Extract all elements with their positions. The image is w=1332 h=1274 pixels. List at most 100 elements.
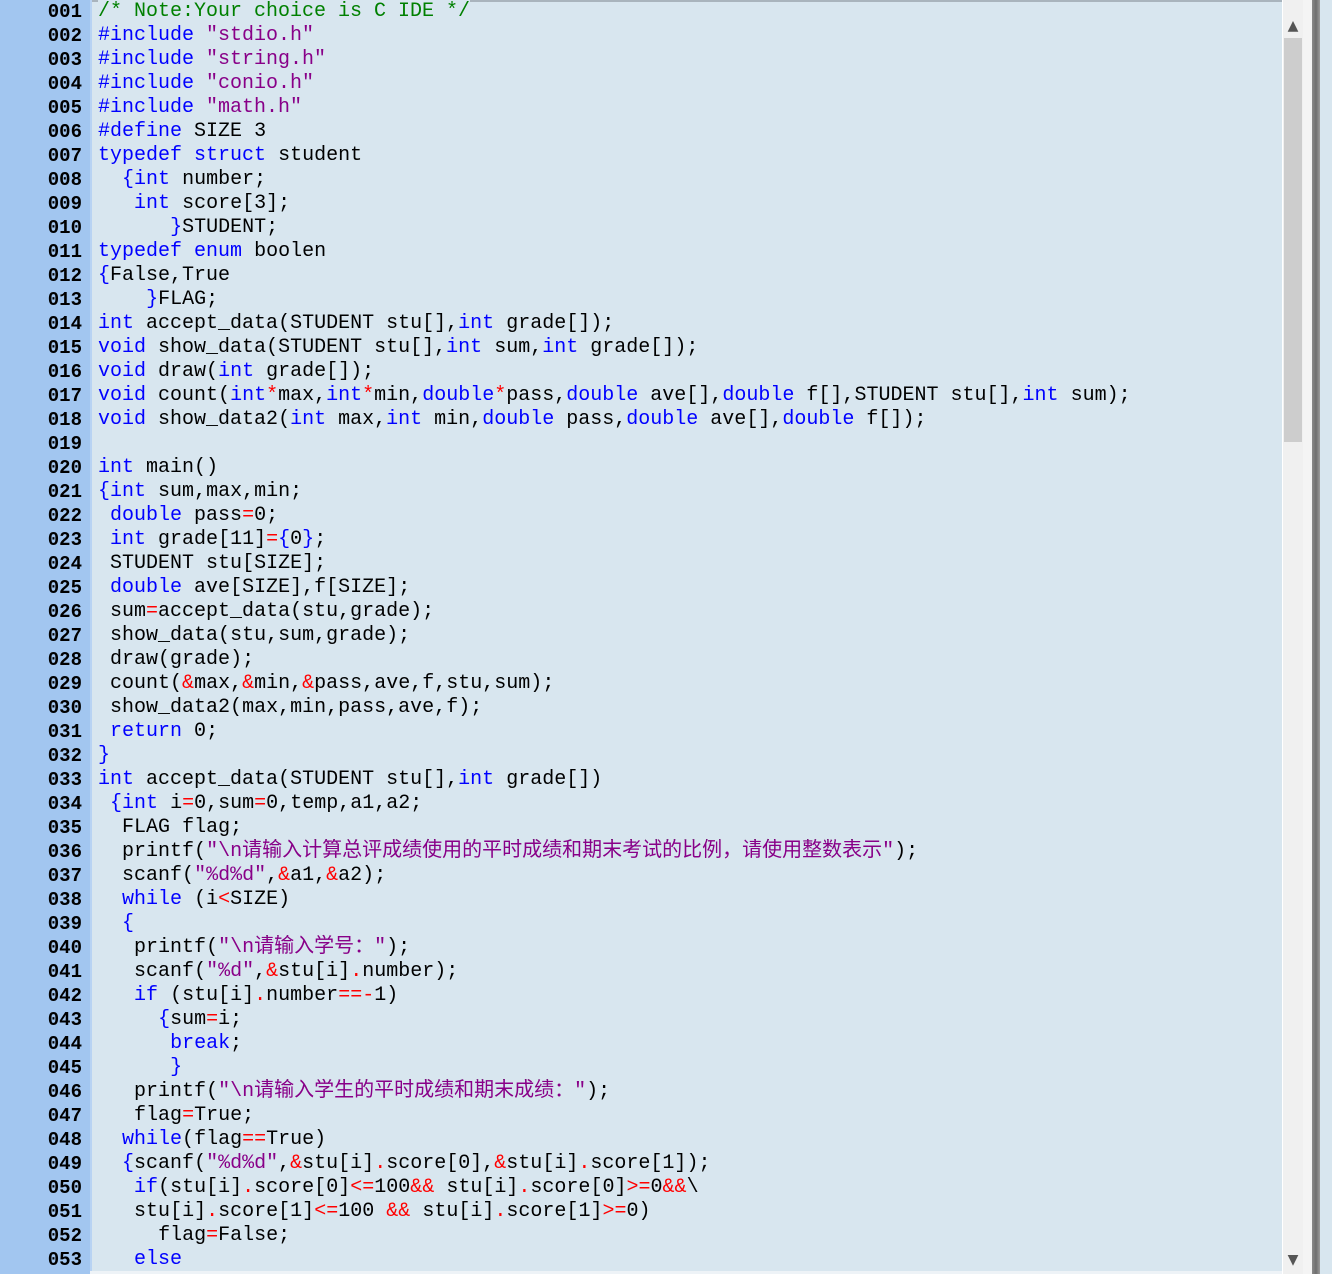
code-line-text: flag=True;: [98, 1104, 255, 1127]
code-line[interactable]: int grade[11]={0}; int grade[11]={0};: [98, 528, 327, 552]
code-line[interactable]: scanf("%d",&stu[i].number); scanf("%d",&…: [98, 960, 459, 984]
code-line[interactable]: count(&max,&min,&pass,ave,f,stu,sum); co…: [98, 672, 555, 696]
line-number: 032: [47, 745, 82, 767]
line-number: 044: [47, 1033, 82, 1055]
code-line[interactable]: while (i<SIZE) while (i<SIZE): [98, 888, 291, 912]
code-line-text: {int i=0,sum=0,temp,a1,a2;: [98, 792, 423, 815]
code-line[interactable]: }FLAG; }FLAG;: [98, 288, 219, 312]
code-line[interactable]: typedef struct student typedef struct stu…: [98, 144, 363, 168]
code-line[interactable]: return 0; return 0;: [98, 720, 219, 744]
code-line[interactable]: printf("\n请输入学生的平时成绩和期末成绩："); printf("\n…: [98, 1080, 611, 1104]
scroll-up-icon[interactable]: ▲: [1283, 14, 1303, 38]
code-line-text: #include "math.h": [98, 96, 303, 119]
code-line[interactable]: int score[3]; int score[3];: [98, 192, 291, 216]
line-number: 026: [47, 601, 82, 623]
code-line-text: STUDENT stu[SIZE];: [98, 552, 327, 575]
line-number: 021: [47, 481, 82, 503]
code-line[interactable]: break; break;: [98, 1032, 243, 1056]
code-line[interactable]: int accept_data(STUDENT stu[],int grade[…: [98, 768, 603, 792]
code-line[interactable]: } }: [98, 1056, 183, 1080]
line-number: 020: [47, 457, 82, 479]
code-line[interactable]: show_data2(max,min,pass,ave,f); show_dat…: [98, 696, 483, 720]
line-number: 029: [47, 673, 82, 695]
code-line-text: }: [98, 1056, 183, 1079]
code-line-text: #define SIZE 3: [98, 120, 267, 143]
code-line[interactable]: int accept_data(STUDENT stu[],int grade[…: [98, 312, 615, 336]
code-line-text: else: [98, 1248, 183, 1271]
line-number: 017: [47, 385, 82, 407]
scrollbar-thumb[interactable]: [1284, 38, 1302, 442]
line-number: 050: [47, 1177, 82, 1199]
code-line[interactable]: {sum=i; {sum=i;: [98, 1008, 243, 1032]
vertical-scrollbar[interactable]: ▲ ▼: [1282, 0, 1303, 1274]
line-number: 005: [47, 97, 82, 119]
code-line[interactable]: void draw(int grade[]); void draw(int gra…: [98, 360, 375, 384]
code-line[interactable]: #include "conio.h" #include "conio.h": [98, 72, 315, 96]
code-line[interactable]: #include "string.h" #include "string.h": [98, 48, 327, 72]
code-line[interactable]: printf("\n请输入学号："); printf("\n请输入学号：");: [98, 936, 411, 960]
code-line-text: }FLAG;: [98, 288, 219, 311]
code-line[interactable]: {int i=0,sum=0,temp,a1,a2; {int i=0,sum=…: [98, 792, 423, 816]
code-editor[interactable]: /* Note:Your choice is C IDE *//* Note:Y…: [98, 0, 1282, 1274]
code-line[interactable]: draw(grade); draw(grade);: [98, 648, 255, 672]
code-line[interactable]: printf("\n请输入计算总评成绩使用的平时成绩和期末考试的比例，请使用整数…: [98, 840, 919, 864]
code-line[interactable]: double ave[SIZE],f[SIZE]; double ave[SIZ…: [98, 576, 411, 600]
code-line[interactable]: else else: [98, 1248, 183, 1272]
line-number: 010: [47, 217, 82, 239]
code-line[interactable]: #define SIZE 3 #define SIZE 3: [98, 120, 267, 144]
line-number: 014: [47, 313, 82, 335]
code-line[interactable]: double pass=0; double pass=0;: [98, 504, 279, 528]
code-line[interactable]: typedef enum boolen typedef enum boolen: [98, 240, 327, 264]
line-number: 015: [47, 337, 82, 359]
code-line-text: int accept_data(STUDENT stu[],int grade[…: [98, 312, 615, 335]
window-splitter[interactable]: [1312, 0, 1320, 1274]
code-line[interactable]: {scanf("%d%d",&stu[i].score[0],&stu[i].s…: [98, 1152, 711, 1176]
code-line[interactable]: #include "math.h" #include "math.h": [98, 96, 303, 120]
line-number: 024: [47, 553, 82, 575]
code-line[interactable]: #include "stdio.h" #include "stdio.h": [98, 24, 315, 48]
line-number: 009: [47, 193, 82, 215]
code-line-text: double ave[SIZE],f[SIZE];: [98, 576, 411, 599]
code-line-text: void show_data(STUDENT stu[],int sum,int…: [98, 336, 699, 359]
line-number: 046: [47, 1081, 82, 1103]
code-line[interactable]: stu[i].score[1]<=100 && stu[i].score[1]>…: [98, 1200, 651, 1224]
code-line[interactable]: scanf("%d%d",&a1,&a2); scanf("%d%d",&a1,…: [98, 864, 387, 888]
code-line[interactable]: sum=accept_data(stu,grade); sum=accept_d…: [98, 600, 435, 624]
code-line[interactable]: void show_data2(int max,int min,double p…: [98, 408, 927, 432]
code-line-text: while (i<SIZE): [98, 888, 291, 911]
line-number: 053: [47, 1249, 82, 1271]
code-line[interactable]: flag=True; flag=True;: [98, 1104, 255, 1128]
code-line-text: {sum=i;: [98, 1008, 243, 1031]
code-line[interactable]: STUDENT stu[SIZE]; STUDENT stu[SIZE];: [98, 552, 327, 576]
code-line[interactable]: {int sum,max,min; {int sum,max,min;: [98, 480, 303, 504]
line-number: 006: [47, 121, 82, 143]
code-line[interactable]: show_data(stu,sum,grade); show_data(stu,…: [98, 624, 411, 648]
code-line[interactable]: flag=False; flag=False;: [98, 1224, 291, 1248]
code-line[interactable]: if (stu[i].number==-1) if (stu[i].number…: [98, 984, 399, 1008]
code-line[interactable]: int main() int main(): [98, 456, 219, 480]
line-number: 001: [47, 1, 82, 23]
code-line-text: printf("\n请输入学号：");: [98, 936, 411, 959]
line-number: 028: [47, 649, 82, 671]
code-line[interactable]: {int number; {int number;: [98, 168, 267, 192]
line-number: 025: [47, 577, 82, 599]
code-line-text: printf("\n请输入学生的平时成绩和期末成绩：");: [98, 1080, 611, 1103]
line-number: 018: [47, 409, 82, 431]
line-number: 019: [47, 433, 82, 455]
code-line[interactable]: FLAG flag; FLAG flag;: [98, 816, 243, 840]
code-line[interactable]: { {: [98, 912, 135, 936]
code-line[interactable]: if(stu[i].score[0]<=100&& stu[i].score[0…: [98, 1176, 699, 1200]
code-line[interactable]: void count(int*max,int*min,double*pass,d…: [98, 384, 1131, 408]
code-line[interactable]: while(flag==True) while(flag==True): [98, 1128, 327, 1152]
code-line[interactable]: /* Note:Your choice is C IDE *//* Note:Y…: [98, 0, 471, 24]
line-number: 011: [47, 241, 82, 263]
line-number: 013: [47, 289, 82, 311]
scroll-down-icon[interactable]: ▼: [1283, 1248, 1303, 1272]
line-number: 008: [47, 169, 82, 191]
code-line[interactable]: void show_data(STUDENT stu[],int sum,int…: [98, 336, 699, 360]
line-number: 049: [47, 1153, 82, 1175]
code-line-text: typedef enum boolen: [98, 240, 327, 263]
code-line[interactable]: }STUDENT; }STUDENT;: [98, 216, 279, 240]
code-line[interactable]: }}: [98, 744, 111, 768]
code-line[interactable]: {False,True {False,True: [98, 264, 231, 288]
